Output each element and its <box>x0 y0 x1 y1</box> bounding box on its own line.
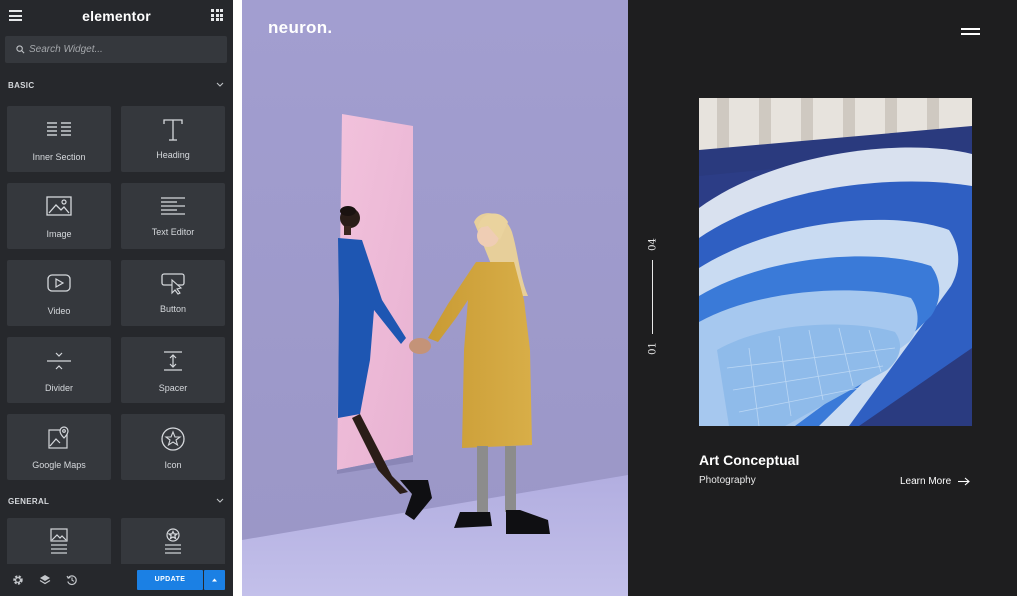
hero-photo <box>242 0 628 596</box>
search-icon <box>16 45 25 54</box>
widget-google-maps[interactable]: Google Maps <box>7 414 111 480</box>
widget-inner-section[interactable]: Inner Section <box>7 106 111 172</box>
video-icon <box>47 274 71 292</box>
widget-button[interactable]: Button <box>121 260 225 326</box>
image-box-icon <box>50 528 68 554</box>
portfolio-panel: 04 01 Art Conceptual Photography Learn M… <box>628 0 1017 596</box>
slide-current: 01 <box>647 342 659 355</box>
widget-divider[interactable]: Divider <box>7 337 111 403</box>
widget-spacer[interactable]: Spacer <box>121 337 225 403</box>
panel-resize-handle[interactable] <box>233 0 242 596</box>
text-editor-icon <box>161 197 185 215</box>
widget-label: Divider <box>44 383 73 393</box>
widget-label: Text Editor <box>151 227 195 237</box>
slide-total: 04 <box>647 238 659 251</box>
heading-icon <box>163 119 183 141</box>
arrow-right-icon <box>958 477 970 486</box>
widget-image[interactable]: Image <box>7 183 111 249</box>
search-widget-box <box>5 36 227 63</box>
widget-text-editor[interactable]: Text Editor <box>121 183 225 249</box>
widget-label: Heading <box>156 150 190 160</box>
portfolio-category: Photography <box>699 475 756 486</box>
elementor-panel: elementor BASIC Inner Section <box>0 0 233 596</box>
star-icon <box>161 427 185 451</box>
art-photo <box>699 98 972 426</box>
widget-label: Image <box>46 229 72 239</box>
button-icon <box>161 273 185 295</box>
widget-label: Button <box>159 304 187 314</box>
search-widget-input[interactable] <box>29 36 219 63</box>
widget-label: Google Maps <box>32 460 86 470</box>
learn-more-link[interactable]: Learn More <box>900 476 970 487</box>
portfolio-title[interactable]: Art Conceptual <box>699 452 799 468</box>
image-icon <box>46 196 72 216</box>
portfolio-image[interactable] <box>699 98 972 426</box>
pager-line <box>652 260 653 334</box>
slide-pager: 04 01 <box>646 235 660 359</box>
elementor-logo: elementor <box>82 8 151 24</box>
divider-icon <box>47 352 71 370</box>
google-maps-icon <box>48 426 69 449</box>
hero-slide: neuron. <box>242 0 628 596</box>
icon-box-icon <box>165 528 181 554</box>
update-options-button[interactable] <box>204 570 225 590</box>
widget-label: Video <box>47 306 71 316</box>
chevron-down-icon[interactable] <box>216 82 224 87</box>
widget-label: Icon <box>164 460 182 470</box>
site-logo[interactable]: neuron. <box>268 18 332 38</box>
update-button[interactable]: UPDATE <box>137 570 203 590</box>
hamburger-menu-icon[interactable] <box>961 28 980 36</box>
spacer-icon <box>164 351 182 371</box>
section-title-general[interactable]: GENERAL <box>8 497 49 506</box>
navigator-icon[interactable] <box>39 574 51 586</box>
widget-label: Spacer <box>158 383 188 393</box>
caret-up-icon <box>212 578 217 582</box>
widget-heading[interactable]: Heading <box>121 106 225 172</box>
history-icon[interactable] <box>66 574 78 586</box>
widget-label: Inner Section <box>32 152 86 162</box>
inner-section-icon <box>47 122 71 136</box>
section-title-basic[interactable]: BASIC <box>8 81 34 90</box>
widgets-grid-icon[interactable] <box>211 9 223 21</box>
panel-header: elementor <box>0 0 233 32</box>
widget-video[interactable]: Video <box>7 260 111 326</box>
settings-icon[interactable] <box>12 574 24 586</box>
chevron-down-icon[interactable] <box>216 498 224 503</box>
widget-icon[interactable]: Icon <box>121 414 225 480</box>
learn-more-label: Learn More <box>900 476 952 487</box>
